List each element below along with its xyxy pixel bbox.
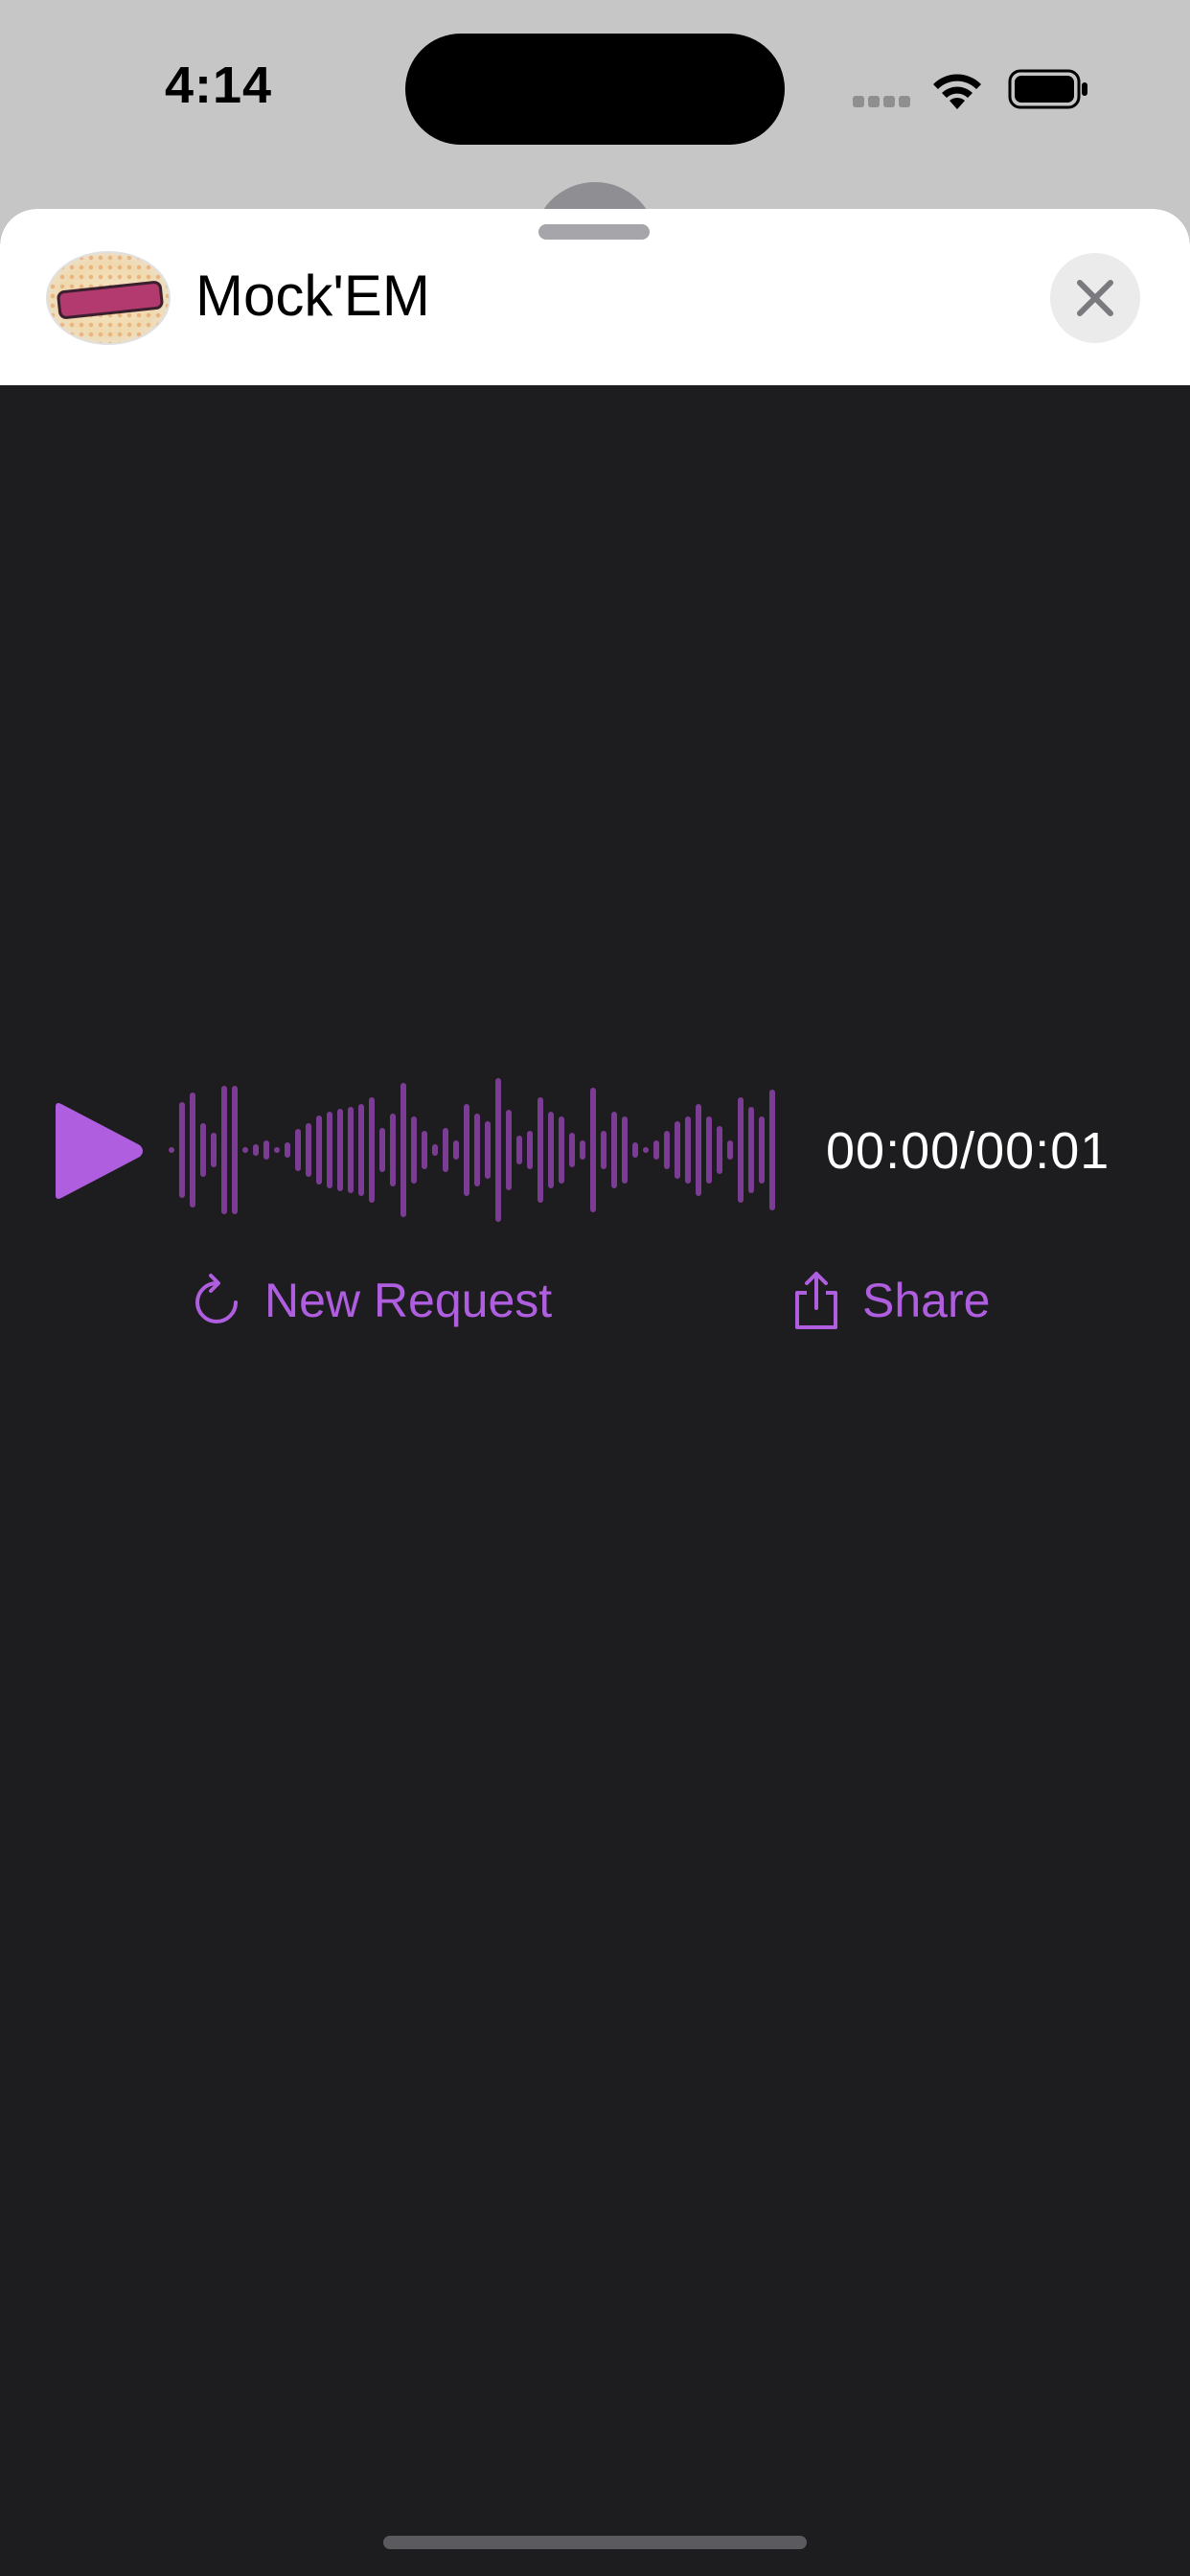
waveform-bar xyxy=(253,1144,259,1156)
waveform-bar xyxy=(169,1147,174,1153)
waveform-bar xyxy=(717,1126,722,1174)
waveform-bar xyxy=(200,1123,206,1177)
waveform-bar xyxy=(495,1078,501,1222)
waveform-bar xyxy=(306,1123,311,1177)
close-icon xyxy=(1077,280,1113,316)
waveform-bar xyxy=(327,1112,332,1188)
sheet: Mock'EM 00:00/00:01 New Request Share xyxy=(0,209,1190,2576)
wifi-icon xyxy=(933,74,981,109)
waveform-bar xyxy=(548,1112,554,1188)
waveform-bar xyxy=(453,1140,459,1160)
waveform-bar xyxy=(179,1102,185,1198)
playback-timecode: 00:00/00:01 xyxy=(826,1122,1110,1180)
refresh-icon xyxy=(195,1274,238,1323)
waveform-bar xyxy=(738,1097,744,1203)
waveform-bar xyxy=(685,1116,691,1184)
waveform-bar xyxy=(337,1109,343,1191)
play-button[interactable] xyxy=(50,1099,146,1203)
waveform-bar xyxy=(474,1114,480,1186)
waveform-bar xyxy=(432,1144,438,1156)
waveform-bar xyxy=(506,1110,512,1190)
sheet-header: Mock'EM xyxy=(0,209,1190,385)
waveform-bar xyxy=(664,1131,670,1169)
waveform-bar xyxy=(190,1092,195,1208)
waveform-bar xyxy=(274,1147,280,1153)
share-icon xyxy=(795,1272,837,1329)
waveform-bar xyxy=(379,1128,385,1172)
waveform-bar xyxy=(348,1107,354,1193)
waveform-bar xyxy=(422,1131,427,1169)
dynamic-island xyxy=(405,34,785,145)
waveform-bar xyxy=(242,1147,248,1153)
share-button[interactable]: Share xyxy=(791,1267,990,1334)
waveform-bar xyxy=(285,1142,290,1158)
waveform-bar xyxy=(622,1116,628,1184)
play-icon xyxy=(56,1103,143,1199)
waveform-bar xyxy=(632,1142,638,1158)
waveform-bar xyxy=(706,1116,712,1184)
audio-waveform[interactable] xyxy=(169,1073,775,1227)
mockem-logo xyxy=(46,251,171,345)
waveform-bar xyxy=(390,1114,396,1186)
waveform-bar xyxy=(232,1086,238,1214)
waveform-bar xyxy=(369,1097,375,1203)
waveform-bar xyxy=(358,1104,364,1196)
waveform-bar xyxy=(643,1147,649,1153)
close-button[interactable] xyxy=(1050,253,1140,343)
waveform-bar xyxy=(769,1090,775,1210)
waveform-bar xyxy=(263,1140,269,1160)
share-label: Share xyxy=(862,1274,991,1327)
waveform-bar xyxy=(316,1116,322,1184)
waveform-bar xyxy=(295,1129,301,1171)
waveform-bar xyxy=(611,1112,617,1188)
waveform-bar xyxy=(516,1136,522,1164)
battery-icon xyxy=(1008,69,1087,109)
waveform-bar xyxy=(759,1116,765,1184)
new-request-button[interactable]: New Request xyxy=(190,1267,552,1334)
waveform-bar xyxy=(211,1133,217,1167)
home-indicator[interactable] xyxy=(383,2536,807,2549)
sheet-grabber[interactable] xyxy=(538,224,650,240)
waveform-bar xyxy=(590,1088,596,1212)
waveform-bar xyxy=(538,1097,543,1203)
waveform-bar xyxy=(569,1133,575,1167)
waveform-bar xyxy=(748,1107,754,1193)
status-bar: 4:14 xyxy=(0,0,1190,209)
waveform-bar xyxy=(221,1086,227,1214)
new-request-label: New Request xyxy=(264,1274,553,1327)
waveform-bar xyxy=(727,1140,733,1160)
waveform-bar xyxy=(443,1128,448,1172)
waveform-bar xyxy=(411,1116,417,1184)
waveform-bar xyxy=(696,1104,701,1196)
status-time: 4:14 xyxy=(165,57,273,114)
waveform-bar xyxy=(400,1083,406,1217)
waveform-bar xyxy=(485,1121,491,1179)
waveform-bar xyxy=(464,1104,469,1196)
waveform-bar xyxy=(580,1140,585,1160)
waveform-bar xyxy=(675,1121,680,1179)
waveform-bar xyxy=(601,1131,606,1169)
app-title: Mock'EM xyxy=(195,264,430,328)
waveform-bar xyxy=(527,1131,533,1169)
waveform-bar xyxy=(653,1140,659,1160)
waveform-bar xyxy=(559,1116,564,1184)
